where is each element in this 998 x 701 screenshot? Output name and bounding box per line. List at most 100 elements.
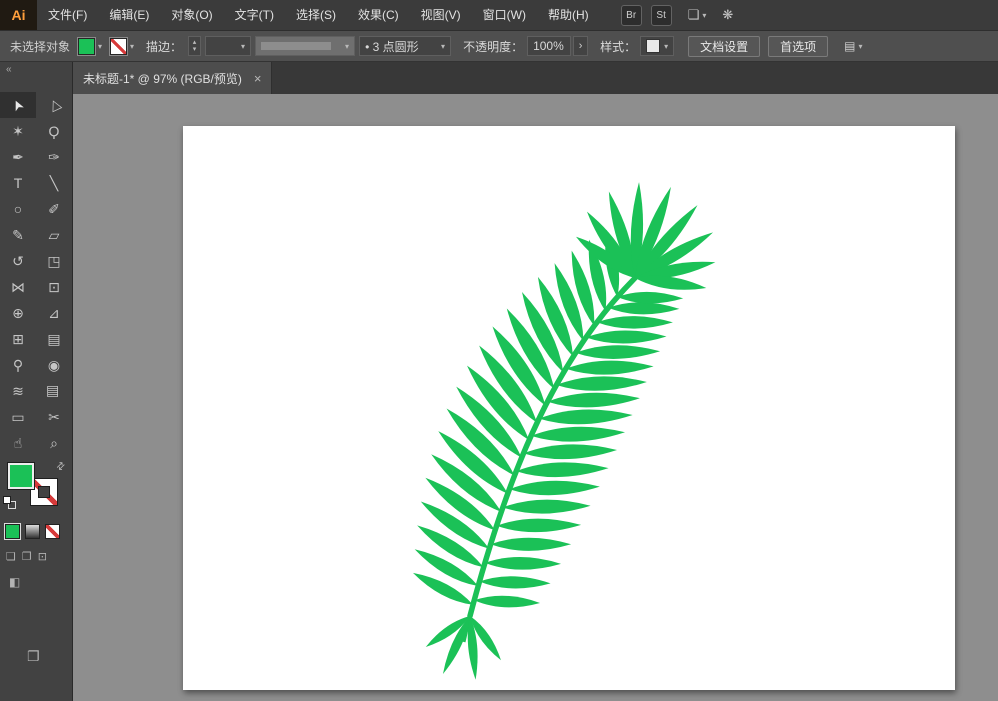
document-tab[interactable]: 未标题-1* @ 97% (RGB/预览) × bbox=[73, 62, 272, 94]
shape-builder-tool[interactable]: ⊕ bbox=[0, 300, 36, 326]
opacity-input[interactable]: 100% bbox=[527, 36, 571, 56]
artboard-tool-icon: ▭ bbox=[11, 409, 24, 426]
ellipse-tool[interactable]: ○ bbox=[0, 196, 36, 222]
draw-normal-icon[interactable]: ❏ bbox=[6, 550, 16, 563]
symbol-sprayer-tool[interactable]: ≋ bbox=[0, 378, 36, 404]
width-profile-preview bbox=[261, 42, 331, 50]
eyedropper-tool-icon: ⚲ bbox=[13, 357, 23, 374]
magic-wand-tool-icon: ✶ bbox=[12, 123, 24, 140]
blend-tool[interactable]: ◉ bbox=[36, 352, 72, 378]
edit-toolbar-icon[interactable]: ❐ bbox=[27, 648, 40, 665]
gradient-button[interactable] bbox=[25, 524, 40, 539]
curvature-tool[interactable]: ✑ bbox=[36, 144, 72, 170]
chevron-down-icon: ▾ bbox=[664, 42, 668, 51]
zoom-tool[interactable]: ⌕ bbox=[36, 430, 72, 456]
column-graph-tool[interactable]: ▥ bbox=[36, 378, 72, 404]
style-label: 样式： bbox=[600, 38, 636, 55]
eraser-tool-icon: ▱ bbox=[49, 227, 60, 244]
eraser-tool[interactable]: ▱ bbox=[36, 222, 72, 248]
scale-tool-icon: ◳ bbox=[47, 253, 60, 270]
menu-item[interactable]: 对象(O) bbox=[160, 0, 223, 30]
artboard[interactable] bbox=[183, 126, 955, 690]
opacity-panel-button[interactable]: › bbox=[573, 36, 588, 56]
stroke-none-swatch bbox=[110, 38, 127, 55]
brush-definition-dropdown[interactable]: • 3 点圆形 ▾ bbox=[359, 36, 451, 56]
width-tool-icon: ⋈ bbox=[11, 279, 25, 296]
hand-tool[interactable]: ☝ bbox=[0, 430, 36, 456]
hand-tool-icon: ☝ bbox=[14, 435, 23, 452]
preferences-button[interactable]: 首选项 bbox=[768, 36, 828, 57]
pencil-tool[interactable]: ✎ bbox=[0, 222, 36, 248]
type-tool[interactable]: T bbox=[0, 170, 36, 196]
palm-frond-art[interactable] bbox=[183, 126, 955, 690]
spin-down-icon[interactable]: ▾ bbox=[193, 46, 197, 53]
arrange-documents-dropdown[interactable]: ▤ ▾ bbox=[844, 39, 862, 53]
paintbrush-tool[interactable]: ✐ bbox=[36, 196, 72, 222]
free-transform-tool[interactable]: ⊡ bbox=[36, 274, 72, 300]
stroke-color-dropdown[interactable]: ▾ bbox=[110, 38, 134, 55]
stock-icon[interactable]: St bbox=[651, 5, 672, 26]
width-tool[interactable]: ⋈ bbox=[0, 274, 36, 300]
mesh-tool[interactable]: ⊞ bbox=[0, 326, 36, 352]
document-setup-button[interactable]: 文档设置 bbox=[688, 36, 760, 57]
menu-item[interactable]: 视图(V) bbox=[410, 0, 472, 30]
symbol-sprayer-tool-icon: ≋ bbox=[12, 383, 24, 400]
document-tab-title: 未标题-1* @ 97% (RGB/预览) bbox=[83, 70, 242, 87]
brush-definition-value: 3 点圆形 bbox=[373, 40, 419, 54]
line-segment-tool[interactable]: ╲ bbox=[36, 170, 72, 196]
swap-fill-stroke-icon[interactable]: ⇄ bbox=[54, 460, 68, 474]
style-dropdown[interactable]: ▾ bbox=[640, 36, 674, 56]
menu-item[interactable]: 帮助(H) bbox=[537, 0, 600, 30]
screen-mode-icon[interactable]: ◧ bbox=[9, 575, 20, 589]
tools-panel: « ➤▷✶Ϙ✒✑T╲○✐✎▱↺◳⋈⊡⊕⊿⊞▤⚲◉≋▥▭✂☝⌕ ⇄ ❏ ❐ ⊡ bbox=[0, 62, 73, 701]
fill-stroke-indicator: ⇄ ❏ ❐ ⊡ ◧ ❐ bbox=[0, 460, 73, 700]
perspective-grid-tool[interactable]: ⊿ bbox=[36, 300, 72, 326]
menu-item[interactable]: 文件(F) bbox=[37, 0, 98, 30]
control-bar: 未选择对象 ▾ ▾ 描边： ▴ ▾ ▾ ▾ • 3 点圆形 ▾ 不透明度： 1 bbox=[0, 30, 998, 62]
arrange-documents-icon: ▤ bbox=[844, 39, 855, 53]
direct-selection-tool[interactable]: ▷ bbox=[36, 92, 72, 118]
menu-item[interactable]: 选择(S) bbox=[285, 0, 347, 30]
slice-tool[interactable]: ✂ bbox=[36, 404, 72, 430]
canvas-area[interactable] bbox=[73, 94, 998, 701]
rotate-tool[interactable]: ↺ bbox=[0, 248, 36, 274]
artboard-tool[interactable]: ▭ bbox=[0, 404, 36, 430]
bridge-icon[interactable]: Br bbox=[621, 5, 642, 26]
color-button[interactable] bbox=[5, 524, 20, 539]
stroke-weight-dropdown[interactable]: ▾ bbox=[205, 36, 251, 56]
workspace-switcher-icon[interactable]: ❏ bbox=[688, 7, 700, 23]
none-button[interactable] bbox=[45, 524, 60, 539]
brush-dot-icon: • bbox=[365, 40, 369, 54]
fill-indicator[interactable] bbox=[7, 462, 35, 490]
style-swatch bbox=[646, 39, 660, 53]
menu-item[interactable]: 编辑(E) bbox=[98, 0, 160, 30]
none-slash-icon bbox=[46, 525, 59, 538]
paintbrush-tool-icon: ✐ bbox=[48, 201, 60, 218]
mesh-tool-icon: ⊞ bbox=[12, 331, 24, 348]
menubar-items: 文件(F)编辑(E)对象(O)文字(T)选择(S)效果(C)视图(V)窗口(W)… bbox=[37, 0, 600, 30]
draw-behind-icon[interactable]: ❐ bbox=[22, 550, 32, 563]
draw-inside-icon[interactable]: ⊡ bbox=[38, 550, 47, 563]
scale-tool[interactable]: ◳ bbox=[36, 248, 72, 274]
color-mode-row bbox=[5, 524, 60, 539]
menu-item[interactable]: 文字(T) bbox=[224, 0, 285, 30]
perspective-grid-tool-icon: ⊿ bbox=[48, 305, 60, 322]
selection-tool[interactable]: ➤ bbox=[0, 92, 36, 118]
spin-up-icon[interactable]: ▴ bbox=[193, 39, 197, 46]
fill-color-dropdown[interactable]: ▾ bbox=[78, 38, 102, 55]
chevron-down-icon: ▾ bbox=[345, 42, 349, 51]
pen-tool[interactable]: ✒ bbox=[0, 144, 36, 170]
menu-item[interactable]: 效果(C) bbox=[347, 0, 410, 30]
close-icon[interactable]: × bbox=[254, 71, 262, 86]
eyedropper-tool[interactable]: ⚲ bbox=[0, 352, 36, 378]
default-fill-stroke-icon[interactable] bbox=[3, 496, 19, 510]
gradient-tool[interactable]: ▤ bbox=[36, 326, 72, 352]
menu-item[interactable]: 窗口(W) bbox=[472, 0, 537, 30]
opacity-value: 100% bbox=[533, 39, 564, 53]
gesture-icon[interactable]: ❋ bbox=[722, 7, 733, 23]
stroke-weight-stepper[interactable]: ▴ ▾ bbox=[188, 36, 201, 56]
lasso-tool[interactable]: Ϙ bbox=[36, 118, 72, 144]
magic-wand-tool[interactable]: ✶ bbox=[0, 118, 36, 144]
fill-color-swatch bbox=[78, 38, 95, 55]
tools-collapse-button[interactable]: « bbox=[0, 62, 72, 77]
